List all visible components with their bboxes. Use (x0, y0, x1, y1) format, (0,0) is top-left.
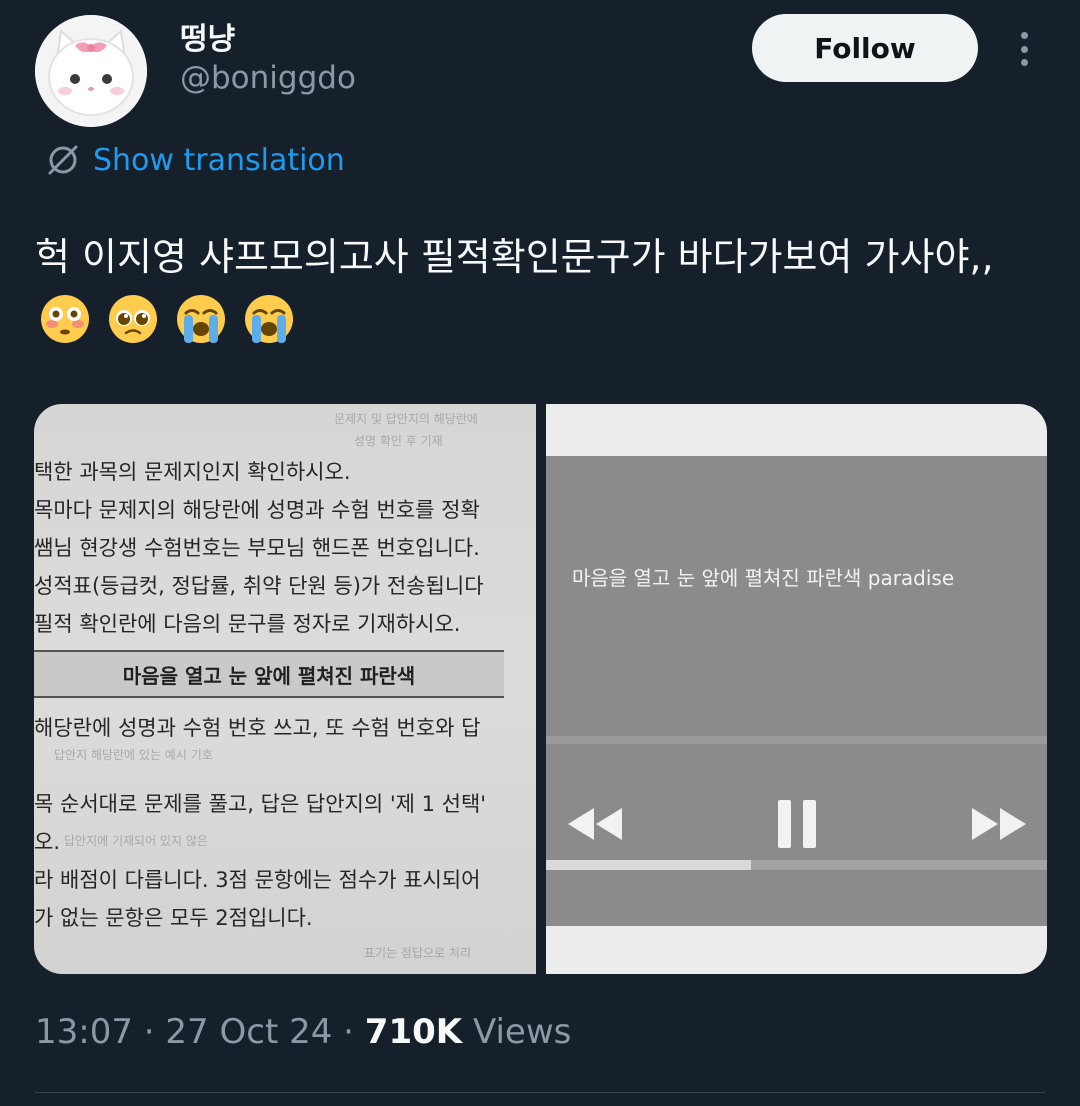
loudly-crying-face-emoji (243, 293, 295, 367)
doc-line: 목 순서대로 문제를 풀고, 답은 답안지의 '제 1 선택' (34, 792, 487, 816)
tweet-media[interactable]: 문제지 및 답안지의 해당란에 성명 확인 후 기재 택한 과목의 문제지인지 … (34, 404, 1047, 974)
doc-line: 쌤님 현강생 수험번호는 부모님 핸드폰 번호입니다. (34, 536, 480, 560)
dot (1020, 32, 1028, 39)
show-translation-link[interactable]: Show translation (45, 142, 345, 178)
music-player: 마음을 열고 눈 앞에 펼쳐진 파란색 paradise (546, 456, 1047, 926)
divider (35, 1092, 1045, 1093)
highlight-phrase: 마음을 열고 눈 앞에 펼쳐진 파란색 (122, 663, 416, 688)
tweet-body: 헉 이지영 샤프모의고사 필적확인문구가 바다가보여 가사야,, (35, 235, 994, 279)
doc-line: 목마다 문제지의 해당란에 성명과 수험 번호를 정확 (34, 498, 480, 522)
views-count: 710K (364, 1012, 463, 1052)
tweet-text: 헉 이지영 샤프모의고사 필적확인문구가 바다가보여 가사야,, (35, 222, 1050, 367)
doc-line: 필적 확인란에 다음의 문구를 정자로 기재하시오. (34, 612, 461, 636)
doc-line: 라 배점이 다릅니다. 3점 문항에는 점수가 표시되어 (34, 868, 481, 892)
tweet-time[interactable]: 13:07 (35, 1012, 133, 1052)
doc-line: 해당란에 성명과 수험 번호 쓰고, 또 수험 번호와 답 (34, 716, 481, 740)
separator: · (343, 1012, 354, 1052)
doc-line: 오. (34, 830, 60, 854)
more-vertical-icon[interactable] (1006, 26, 1042, 72)
pleading-face-emoji (107, 293, 159, 367)
white-cat-plush-avatar (35, 15, 147, 127)
rewind-icon (568, 808, 622, 840)
pause-icon (778, 800, 816, 848)
doc-line: 성적표(등급컷, 정답률, 취약 단원 등)가 전송됩니다 (34, 574, 484, 598)
lyric-text: 마음을 열고 눈 앞에 펼쳐진 파란색 paradise (572, 566, 955, 590)
flushed-face-emoji (39, 293, 91, 367)
display-name[interactable]: 떵냥 (180, 14, 235, 58)
dot (1020, 59, 1028, 66)
divider (546, 736, 1047, 744)
show-translation-label: Show translation (93, 142, 345, 178)
music-player-photo[interactable]: 마음을 열고 눈 앞에 펼쳐진 파란색 paradise (546, 404, 1047, 974)
separator: · (143, 1012, 155, 1052)
exam-paper-photo[interactable]: 문제지 및 답안지의 해당란에 성명 확인 후 기재 택한 과목의 문제지인지 … (34, 404, 536, 974)
user-handle[interactable]: @boniggdo (180, 60, 356, 96)
avatar[interactable] (35, 15, 147, 127)
tweet-date[interactable]: 27 Oct 24 (165, 1012, 332, 1052)
handwriting-check-box: 마음을 열고 눈 앞에 펼쳐진 파란색 (34, 650, 504, 698)
progress-fill (546, 860, 752, 870)
doc-line: 가 없는 문항은 모두 2점입니다. (34, 906, 313, 930)
doc-line: 택한 과목의 문제지인지 확인하시오. (34, 460, 351, 484)
translate-icon (48, 145, 78, 175)
progress-bar (546, 860, 1047, 870)
dot (1020, 45, 1028, 53)
views-label: Views (472, 1012, 572, 1052)
fast-forward-icon (972, 808, 1026, 840)
tweet-meta: 13:07 · 27 Oct 24 · 710K Views (35, 1012, 571, 1052)
loudly-crying-face-emoji (175, 293, 227, 367)
follow-button[interactable]: Follow (752, 14, 978, 82)
